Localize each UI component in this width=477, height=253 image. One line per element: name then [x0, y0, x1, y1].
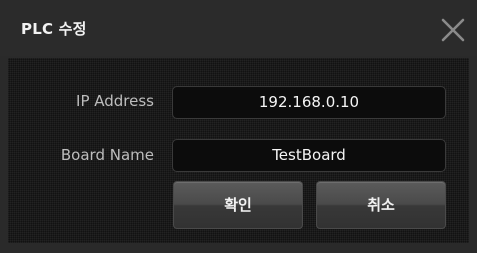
- close-icon: [441, 18, 465, 42]
- confirm-button[interactable]: 확인: [173, 181, 303, 229]
- dialog-title: PLC 수정: [21, 20, 87, 38]
- ip-address-label: IP Address: [76, 92, 154, 110]
- dialog-title-bar[interactable]: PLC 수정: [0, 0, 477, 56]
- board-name-label: Board Name: [60, 146, 154, 164]
- plc-edit-dialog: PLC 수정 IP Address 192.168.0.10 Board Nam…: [0, 0, 477, 253]
- cancel-button[interactable]: 취소: [316, 181, 446, 229]
- close-button[interactable]: [441, 18, 465, 42]
- ip-address-field[interactable]: 192.168.0.10: [172, 86, 446, 119]
- board-name-field[interactable]: TestBoard: [172, 139, 446, 172]
